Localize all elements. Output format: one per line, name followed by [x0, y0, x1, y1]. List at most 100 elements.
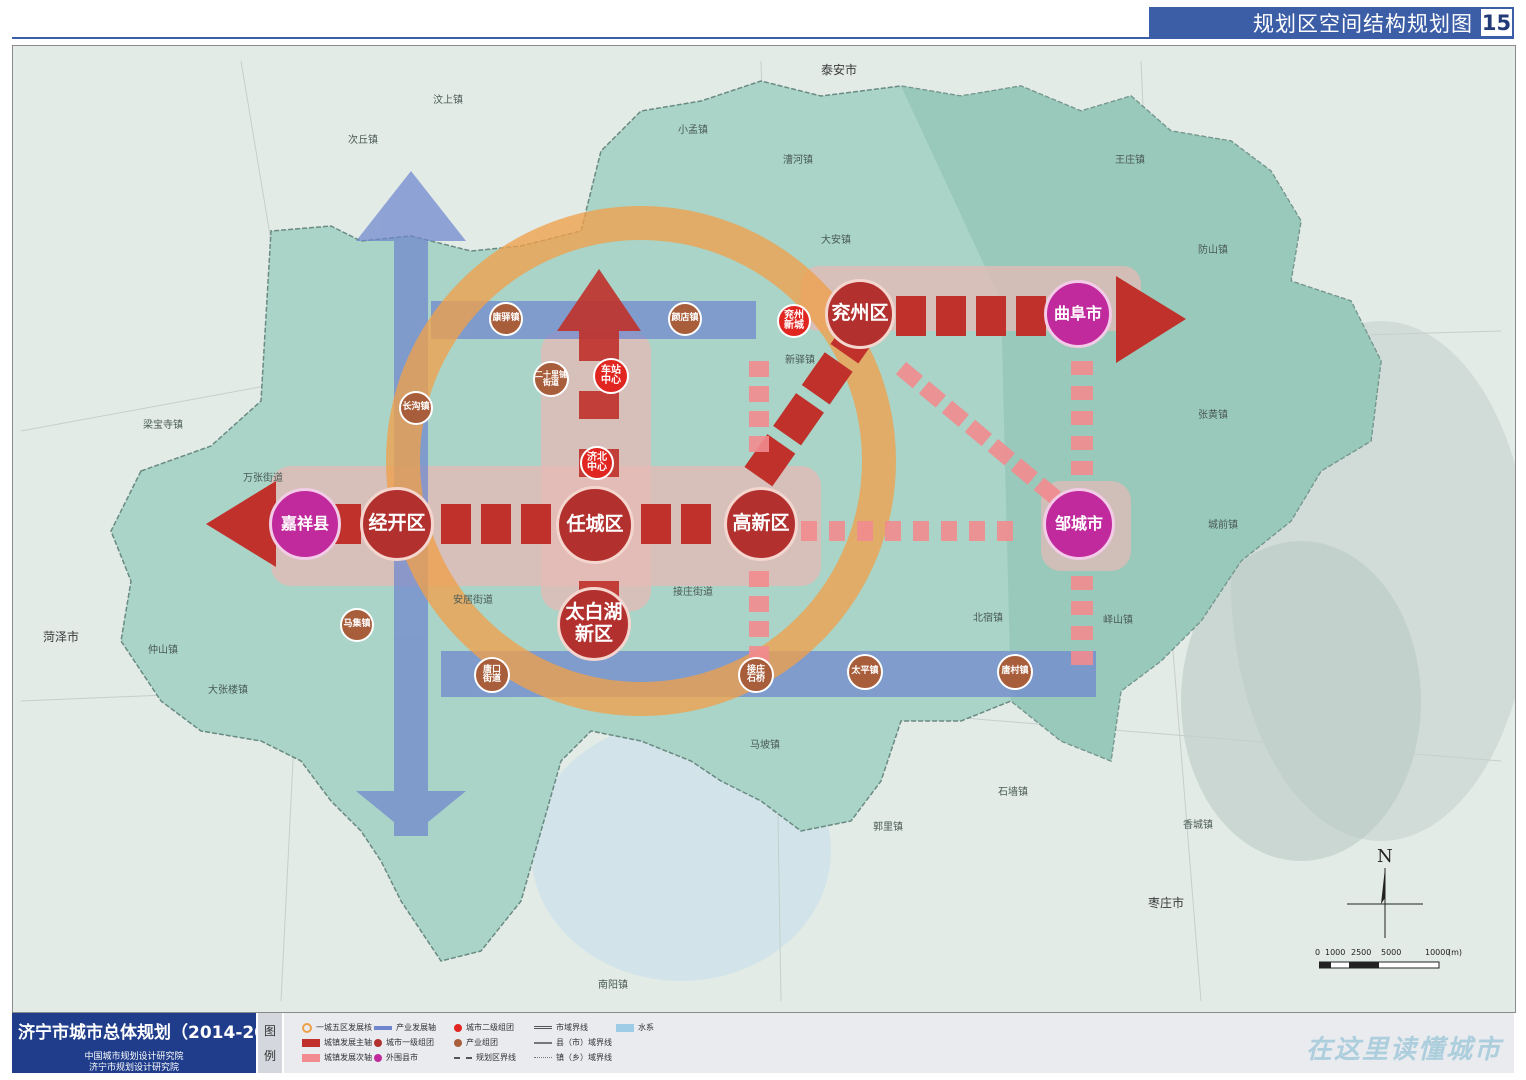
node-ershili[interactable]: 二十里铺 街道	[533, 361, 569, 397]
sheet-title-bar: 规划区空间结构规划图 15	[1149, 7, 1514, 38]
legend-county-boundary: 县（市）域界线	[534, 1037, 612, 1048]
axis-icon	[302, 1053, 320, 1062]
legend-label: 城市一级组团	[386, 1038, 434, 1047]
line-icon	[534, 1057, 552, 1058]
legend-water: 水系	[616, 1022, 654, 1033]
place-label: 仲山镇	[148, 645, 178, 656]
legend-label: 产业发展轴	[396, 1023, 436, 1032]
node-jiaxiang[interactable]: 嘉祥县	[269, 488, 341, 560]
place-label: 大安镇	[821, 235, 851, 246]
legend-bar: 济宁市城市总体规划（2014-2030年） 中国城市规划设计研究院 济宁市规划设…	[12, 1013, 1514, 1073]
line-icon	[454, 1056, 472, 1059]
place-label: 北宿镇	[973, 613, 1003, 624]
place-label: 郭里镇	[873, 822, 903, 833]
place-label: 小孟镇	[678, 125, 708, 136]
map-frame: 泰安市 菏泽市 枣庄市 王庄镇 防山镇 大安镇 漕河镇 小孟镇 新驿镇 安居街道…	[12, 45, 1516, 1013]
legend-label: 外围县市	[386, 1053, 418, 1062]
place-label: 石墙镇	[998, 787, 1028, 798]
legend-tag-2: 例	[263, 1049, 276, 1063]
place-label: 南阳镇	[598, 980, 628, 991]
scale-tick: 1000	[1325, 948, 1346, 957]
place-label: 马坡镇	[750, 740, 780, 751]
dot-icon	[374, 1053, 382, 1062]
title-rule	[12, 37, 1514, 39]
org-name-2: 济宁市规划设计研究院	[88, 1063, 179, 1073]
place-label: 菏泽市	[43, 630, 80, 644]
legend-first-level: 城市一级组团	[374, 1037, 434, 1048]
place-label: 汶上镇	[433, 95, 463, 106]
legend-label: 规划区界线	[476, 1053, 516, 1062]
node-yanzhou-xincheng[interactable]: 兖州 新城	[777, 304, 811, 338]
place-label: 次丘镇	[348, 135, 378, 146]
node-yanzhou[interactable]: 兖州区	[825, 279, 895, 349]
legend-label: 城市二级组团	[466, 1023, 514, 1032]
legend-tag-1: 图	[263, 1024, 276, 1038]
scale-tick: 0	[1315, 948, 1321, 957]
place-label: 安居街道	[453, 595, 493, 606]
place-label: 梁宝寺镇	[143, 420, 183, 431]
node-qufu[interactable]: 曲阜市	[1044, 280, 1112, 348]
node-kangyi[interactable]: 康驿镇	[489, 302, 523, 336]
place-label: 王庄镇	[1115, 155, 1145, 166]
legend-main-axis: 城镇发展主轴	[302, 1037, 372, 1048]
legend-plan-boundary: 规划区界线	[454, 1052, 516, 1063]
dot-icon	[454, 1038, 462, 1047]
sheet-title: 规划区空间结构规划图	[1253, 11, 1473, 36]
legend-label: 一城五区发展核	[316, 1023, 372, 1032]
plan-title-block: 济宁市城市总体规划（2014-2030年） 中国城市规划设计研究院 济宁市规划设…	[12, 1013, 324, 1073]
node-chezhan[interactable]: 车站 中心	[593, 358, 629, 394]
legend-town-boundary: 镇（乡）域界线	[534, 1052, 612, 1063]
line-icon	[534, 1026, 552, 1029]
place-label: 城前镇	[1208, 520, 1238, 531]
watermark: 在这里读懂城市	[1305, 1035, 1502, 1065]
place-label: 接庄街道	[673, 587, 713, 598]
legend-label: 镇（乡）域界线	[556, 1053, 612, 1062]
legend-label: 水系	[638, 1023, 654, 1032]
dot-icon	[374, 1038, 382, 1047]
legend-industry-cluster: 产业组团	[454, 1037, 498, 1048]
place-label: 防山镇	[1198, 245, 1228, 256]
legend-label: 产业组团	[466, 1038, 498, 1047]
place-label: 泰安市	[821, 63, 858, 77]
node-jiezhuang[interactable]: 接庄 石桥	[738, 657, 774, 693]
node-changgou[interactable]: 长沟镇	[399, 391, 433, 425]
node-jibei[interactable]: 济北 中心	[580, 446, 614, 480]
legend-industry-axis: 产业发展轴	[374, 1022, 436, 1033]
node-zoucheng[interactable]: 邹城市	[1043, 488, 1115, 560]
node-yandian[interactable]: 颜店镇	[668, 302, 702, 336]
place-label: 枣庄市	[1148, 896, 1185, 910]
axis-icon	[302, 1038, 320, 1047]
legend-label: 市域界线	[556, 1023, 588, 1032]
place-label: 香城镇	[1183, 820, 1213, 831]
place-label: 漕河镇	[783, 155, 813, 166]
scale-tick: 5000	[1381, 948, 1402, 957]
scale-bar-graphic	[1319, 961, 1440, 969]
legend-second-level: 城市二级组团	[454, 1022, 514, 1033]
node-taiping[interactable]: 太平镇	[847, 654, 883, 690]
node-taibaihu[interactable]: 太白湖 新区	[557, 587, 631, 661]
place-label: 峄山镇	[1103, 615, 1133, 626]
legend-label: 城镇发展主轴	[324, 1038, 372, 1047]
legend-items: 一城五区发展核 产业发展轴 城镇发展主轴 城镇发展次轴 城市一级组团 外围县市 …	[284, 1013, 1514, 1073]
node-gaoxin[interactable]: 高新区	[724, 487, 798, 561]
node-jingkai[interactable]: 经开区	[360, 487, 434, 561]
sheet-number: 15	[1481, 9, 1512, 36]
legend-core: 一城五区发展核	[302, 1022, 372, 1033]
water-icon	[616, 1023, 634, 1032]
node-tangcun[interactable]: 唐村镇	[997, 654, 1033, 690]
node-maji[interactable]: 马集镇	[340, 608, 374, 642]
axis-icon	[374, 1025, 392, 1030]
legend-tag: 图 例	[258, 1013, 282, 1073]
north-arrow: N	[1347, 846, 1423, 938]
scale-tick: 10000	[1425, 948, 1451, 957]
legend-label: 县（市）域界线	[556, 1038, 612, 1047]
node-rencheng[interactable]: 任城区	[556, 486, 634, 564]
north-arrow-icon	[1347, 868, 1423, 938]
place-label: 新驿镇	[785, 355, 815, 366]
legend-sub-axis: 城镇发展次轴	[302, 1052, 372, 1063]
line-icon	[534, 1041, 552, 1044]
legend-city-boundary: 市域界线	[534, 1022, 588, 1033]
scale-bar: 0 1000 2500 5000 10000 (m)	[1311, 948, 1462, 978]
node-tangkou[interactable]: 唐口 街道	[474, 657, 510, 693]
legend-label: 城镇发展次轴	[324, 1053, 372, 1062]
